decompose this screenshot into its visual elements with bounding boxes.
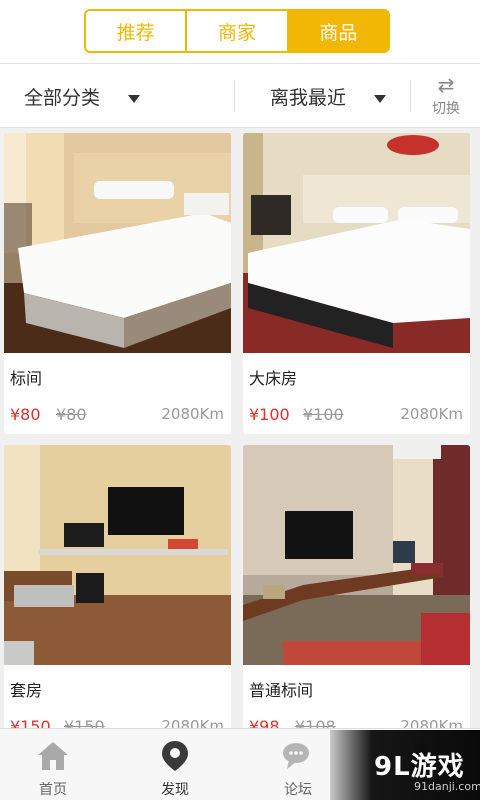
sort-label: 离我最近 [270,86,347,109]
switch-view-button[interactable]: ⇄ 切换 [412,64,480,128]
watermark-logo: 9L游戏 91danji.com [330,730,480,800]
divider [410,80,411,112]
chat-bubble-icon [281,739,315,773]
home-icon [36,739,70,773]
product-card[interactable]: 大床房 ¥100 ¥100 2080Km [243,133,470,434]
caret-down-icon [374,95,387,103]
product-card[interactable]: 套房 ¥150 ¥150 2080Km [4,445,231,735]
tab-recommend[interactable]: 推荐 [86,11,188,51]
caret-down-icon [128,95,141,103]
tab-forum-label: 论坛 [284,782,312,798]
swap-arrows-icon: ⇄ [437,72,455,97]
ordinary-standard-room-photo [243,445,470,665]
switch-label: 切换 [432,100,460,117]
tab-merchants[interactable]: 商家 [187,11,289,51]
product-name: 套房 [10,681,43,700]
product-price: ¥80 [10,405,41,424]
product-name: 大床房 [249,369,298,388]
king-bed-room-photo [243,133,470,353]
product-distance: 2080Km [161,405,224,423]
product-price: ¥100 [249,405,290,424]
watermark-url: 91danji.com [414,780,480,793]
location-pin-icon [158,739,192,773]
tab-discover-label: 发现 [161,782,189,798]
tab-home[interactable]: 首页 [0,729,106,800]
sort-dropdown[interactable]: 离我最近 [270,64,387,128]
original-price: ¥80 [56,405,87,424]
top-bar: 推荐 商家 商品 [0,0,480,64]
tab-home-label: 首页 [39,782,67,798]
product-name: 标间 [10,369,43,388]
tab-products[interactable]: 商品 [288,11,388,51]
watermark-text: 9L游戏 [374,752,465,782]
product-card[interactable]: 标间 ¥80 ¥80 2080Km [4,133,231,434]
product-name: 普通标间 [249,681,314,700]
tab-discover[interactable]: 发现 [122,729,228,800]
category-dropdown[interactable]: 全部分类 [24,64,141,128]
product-card[interactable]: 普通标间 ¥98 ¥108 2080Km [243,445,470,735]
divider [234,80,235,112]
standard-room-photo [4,133,231,353]
suite-room-photo [4,445,231,665]
category-label: 全部分类 [24,86,101,109]
filter-bar: 全部分类 离我最近 ⇄ 切换 [0,64,480,128]
segment-control: 推荐 商家 商品 [84,9,390,53]
product-distance: 2080Km [400,405,463,423]
original-price: ¥100 [303,405,344,424]
